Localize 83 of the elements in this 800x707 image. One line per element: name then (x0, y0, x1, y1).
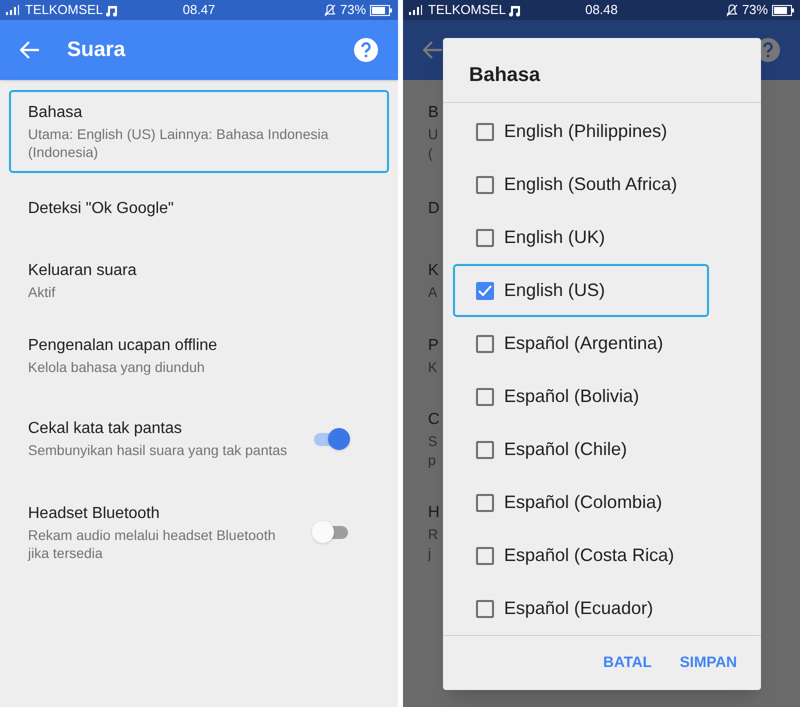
checkbox[interactable] (476, 546, 494, 564)
setting-subtitle: Rekam audio melalui headset Bluetooth jika tersedia (28, 526, 276, 562)
setting-subtitle: Kelola bahasa yang diunduh (28, 358, 206, 376)
clock: 08.47 (182, 1, 216, 20)
setting-title: Headset Bluetooth (28, 504, 161, 524)
language-label: English (UK) (504, 226, 606, 249)
setting-row[interactable]: Headset Bluetooth Rekam audio melalui headset Bluetooth jika tersedia (9, 482, 389, 582)
checkbox[interactable] (476, 440, 494, 458)
language-option[interactable]: Español (Ecuador) (453, 582, 751, 635)
setting-title: K (428, 260, 439, 280)
music-note-icon (106, 4, 118, 16)
setting-title: Keluaran suara (28, 260, 138, 280)
back-arrow-icon[interactable] (20, 41, 40, 59)
language-option[interactable]: Español (Chile) (453, 423, 751, 476)
setting-subtitle: K (428, 358, 438, 376)
language-option[interactable]: English (South Africa) (453, 158, 751, 211)
checkbox[interactable] (476, 176, 494, 194)
language-label: English (Philippines) (504, 120, 668, 143)
language-label: Español (Bolivia) (504, 385, 640, 408)
setting-title: Pengenalan ucapan offline (28, 336, 218, 356)
back-arrow-icon (423, 41, 443, 59)
battery-percent: 73% (340, 1, 366, 20)
setting-row[interactable]: Keluaran suara Aktif (9, 245, 389, 315)
setting-row[interactable]: Cekal kata tak pantas Sembunyikan hasil suara yang tak pantas (9, 395, 389, 482)
signal-icon (6, 5, 22, 15)
checkbox[interactable] (476, 282, 494, 300)
checkbox[interactable] (476, 122, 494, 140)
setting-title: H (428, 503, 440, 523)
screen-title: Suara (67, 37, 126, 64)
carrier-name: TELKOMSEL (428, 1, 506, 20)
checkbox[interactable] (476, 494, 494, 512)
language-option[interactable]: Español (Colombia) (453, 476, 751, 529)
setting-subtitle: S (428, 432, 438, 450)
language-label: Español (Chile) (504, 438, 628, 461)
toggle-switch[interactable] (312, 428, 350, 450)
language-label: Español (Costa Rica) (504, 544, 674, 567)
language-label: Español (Argentina) (504, 332, 664, 355)
setting-subtitle: ( (428, 144, 434, 162)
setting-subtitle: Aktif (28, 282, 56, 300)
checkbox[interactable] (476, 600, 494, 618)
setting-title: Bahasa (28, 103, 84, 123)
carrier-name: TELKOMSEL (25, 1, 104, 20)
language-label: Español (Colombia) (504, 491, 662, 514)
clock: 08.48 (584, 1, 619, 20)
setting-title: D (428, 199, 440, 219)
setting-title: B (428, 102, 439, 122)
battery-icon (772, 4, 794, 16)
setting-subtitle: j (428, 544, 432, 562)
checkbox[interactable] (476, 228, 494, 246)
language-option[interactable]: English (UK) (453, 211, 751, 264)
setting-subtitle: Sembunyikan hasil suara yang tak pantas (28, 441, 288, 459)
toggle-switch[interactable] (312, 521, 350, 543)
setting-subtitle: Utama: English (US) Lainnya: Bahasa Indonesia (Indonesia) (28, 125, 330, 161)
language-label: English (US) (504, 279, 606, 302)
setting-row[interactable]: Deteksi "Ok Google" (9, 173, 389, 245)
setting-subtitle: A (428, 282, 438, 300)
setting-subtitle: p (428, 450, 437, 468)
language-label: English (South Africa) (504, 173, 678, 196)
setting-subtitle: R (428, 525, 440, 543)
checkbox[interactable] (476, 334, 494, 352)
language-label: Español (Ecuador) (504, 597, 654, 620)
setting-row[interactable]: Pengenalan ucapan offline Kelola bahasa yang diunduh (9, 315, 389, 395)
setting-title: P (428, 336, 439, 356)
checkmark-icon (478, 284, 492, 296)
setting-title: C (428, 410, 440, 430)
language-option[interactable]: English (US) (453, 264, 709, 317)
setting-title: Deteksi "Ok Google" (28, 199, 175, 219)
language-option[interactable]: English (Philippines) (453, 105, 751, 158)
battery-icon (370, 4, 392, 16)
muted-bell-icon (324, 4, 336, 16)
dialog-title: Bahasa (468, 63, 542, 88)
help-icon[interactable] (354, 38, 378, 62)
language-option[interactable]: Español (Costa Rica) (453, 529, 751, 582)
language-option[interactable]: Español (Bolivia) (453, 370, 751, 423)
battery-percent: 73% (742, 1, 768, 20)
checkbox[interactable] (476, 388, 494, 406)
setting-row[interactable]: Bahasa Utama: English (US) Lainnya: Bahasa Indonesia (Indonesia) (9, 90, 389, 173)
setting-subtitle: U (428, 124, 439, 142)
music-note-icon (509, 4, 522, 16)
muted-bell-icon (726, 4, 738, 16)
signal-icon (409, 5, 425, 15)
language-option[interactable]: Español (Argentina) (453, 317, 751, 370)
setting-title: Cekal kata tak pantas (28, 419, 183, 439)
